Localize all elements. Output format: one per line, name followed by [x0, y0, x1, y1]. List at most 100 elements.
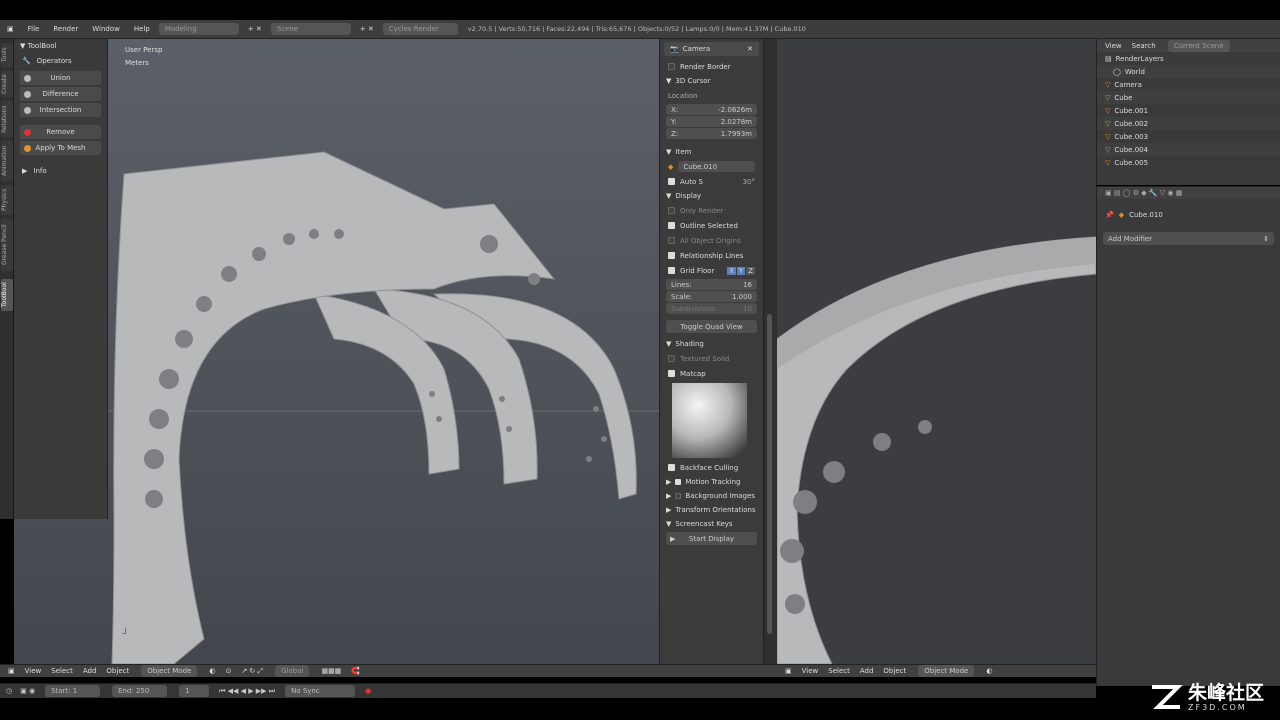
- auto-smooth-angle[interactable]: 30°: [743, 178, 755, 186]
- camera-field[interactable]: 📷 Camera ✕: [664, 42, 759, 56]
- cursor-x-field[interactable]: X: -2.0626m: [666, 104, 757, 115]
- add-scene-icon[interactable]: + ✕: [353, 25, 381, 33]
- tab-relations[interactable]: Relations: [1, 101, 13, 137]
- tab-animation[interactable]: Animation: [1, 141, 13, 181]
- end-frame-field[interactable]: End: 250: [112, 685, 168, 697]
- outliner-item-cube005[interactable]: ▽ Cube.005: [1097, 156, 1280, 169]
- matcap-toggle[interactable]: Matcap: [660, 366, 763, 381]
- shading-section[interactable]: ▼ Shading: [660, 337, 763, 351]
- keying-icons[interactable]: ▣ ◉: [20, 687, 35, 695]
- tab-grease-pencil[interactable]: Grease Pencil: [1, 219, 13, 271]
- tab-tools[interactable]: Tools: [1, 43, 13, 67]
- pivot-icon[interactable]: ⊙: [225, 667, 231, 675]
- display-section[interactable]: ▼ Display: [660, 189, 763, 203]
- view-menu[interactable]: View: [25, 667, 42, 675]
- relationship-lines-toggle[interactable]: Relationship Lines: [660, 248, 763, 263]
- textured-solid-checkbox[interactable]: [668, 355, 675, 362]
- outliner-view-menu[interactable]: View: [1105, 42, 1122, 50]
- axis-z-toggle[interactable]: Z: [746, 266, 755, 275]
- current-frame-field[interactable]: 1: [179, 685, 210, 697]
- difference-button[interactable]: Difference: [20, 87, 101, 101]
- union-button[interactable]: Union: [20, 71, 101, 85]
- item-section[interactable]: ▼ Item: [660, 145, 763, 159]
- blender-menu-icon[interactable]: ▣: [0, 25, 21, 33]
- motion-tracking-checkbox[interactable]: [675, 479, 682, 485]
- view-menu[interactable]: View: [802, 667, 819, 675]
- outliner-item-renderlayers[interactable]: ▤ RenderLayers: [1097, 52, 1280, 65]
- outliner-item-cube001[interactable]: ▽ Cube.001: [1097, 104, 1280, 117]
- outline-selected-checkbox[interactable]: [668, 222, 675, 229]
- outliner-item-world[interactable]: ◯ World: [1097, 65, 1280, 78]
- select-menu[interactable]: Select: [51, 667, 73, 675]
- remove-button[interactable]: Remove: [20, 125, 101, 139]
- mode-selector[interactable]: Object Mode: [141, 665, 198, 677]
- grid-floor-checkbox[interactable]: [668, 267, 675, 274]
- add-menu[interactable]: Add: [860, 667, 874, 675]
- timeline-editor-icon[interactable]: ◷: [6, 687, 12, 695]
- grid-lines-field[interactable]: Lines: 16: [666, 279, 757, 290]
- object-menu[interactable]: Object: [106, 667, 129, 675]
- orientation-selector[interactable]: Global: [275, 665, 310, 677]
- record-icon[interactable]: ●: [365, 687, 371, 695]
- outline-selected-toggle[interactable]: Outline Selected: [660, 218, 763, 233]
- tab-create[interactable]: Create: [1, 71, 13, 97]
- n-panel-scrollbar[interactable]: [764, 39, 777, 664]
- scene-selector[interactable]: Scene: [270, 23, 351, 35]
- grid-subdivisions-field[interactable]: Subdivisions: 10: [666, 303, 757, 314]
- viewport-secondary[interactable]: [777, 39, 1096, 664]
- outliner-item-camera[interactable]: ▽ Camera: [1097, 78, 1280, 91]
- 3d-cursor-section[interactable]: ▼ 3D Cursor: [660, 74, 763, 88]
- screencast-keys-section[interactable]: ▼ Screencast Keys: [660, 517, 763, 531]
- grid-scale-field[interactable]: Scale: 1.000: [666, 291, 757, 302]
- tab-toolbool[interactable]: ToolBool: [1, 279, 13, 311]
- viewport-main[interactable]: User Persp Meters ⅃: [14, 39, 659, 664]
- matcap-checkbox[interactable]: [668, 370, 675, 377]
- outliner-item-cube004[interactable]: ▽ Cube.004: [1097, 143, 1280, 156]
- object-menu[interactable]: Object: [883, 667, 906, 675]
- start-frame-field[interactable]: Start: 1: [45, 685, 101, 697]
- cursor-y-field[interactable]: Y: 2.0278m: [666, 116, 757, 127]
- cursor-z-field[interactable]: Z: 1.7993m: [666, 128, 757, 139]
- editor-type-icon[interactable]: ▣: [785, 667, 792, 675]
- background-images-checkbox[interactable]: [675, 493, 682, 499]
- select-menu[interactable]: Select: [828, 667, 850, 675]
- all-origins-checkbox[interactable]: [668, 237, 675, 244]
- axis-y-toggle[interactable]: Y: [736, 266, 746, 275]
- matcap-preview[interactable]: [672, 383, 747, 458]
- backface-culling-toggle[interactable]: Backface Culling: [660, 460, 763, 475]
- editor-type-icon[interactable]: ▣: [8, 667, 15, 675]
- menu-file[interactable]: File: [21, 25, 47, 33]
- toolbool-header[interactable]: ▼ ToolBool: [14, 39, 107, 53]
- outliner-search-menu[interactable]: Search: [1132, 42, 1156, 50]
- only-render-checkbox[interactable]: [668, 207, 675, 214]
- object-name-field[interactable]: Cube.010: [678, 161, 755, 172]
- snap-icon[interactable]: 🧲: [351, 667, 360, 675]
- info-section[interactable]: ▶ Info: [14, 163, 107, 179]
- auto-smooth-row[interactable]: Auto S 30°: [660, 174, 763, 189]
- render-engine-selector[interactable]: Cycles Render: [382, 23, 458, 35]
- layers-icon[interactable]: ▦▦▦: [321, 667, 341, 675]
- outliner-item-cube002[interactable]: ▽ Cube.002: [1097, 117, 1280, 130]
- properties-context-tabs[interactable]: ▣ ▤ ◯ ⚙ ◆ 🔧 ▽ ◉ ▦: [1097, 186, 1280, 199]
- outliner-display-mode[interactable]: Current Scene: [1167, 39, 1230, 52]
- shading-selector-icon[interactable]: ◐: [986, 667, 992, 675]
- intersection-button[interactable]: Intersection: [20, 103, 101, 117]
- apply-to-mesh-button[interactable]: Apply To Mesh: [20, 141, 101, 155]
- axis-x-toggle[interactable]: X: [727, 266, 736, 275]
- add-menu[interactable]: Add: [83, 667, 97, 675]
- start-display-button[interactable]: ▶ Start Display: [666, 532, 757, 545]
- manipulator-icons[interactable]: ↗ ↻ ⤢: [241, 667, 263, 676]
- only-render-toggle[interactable]: Only Render: [660, 203, 763, 218]
- playback-controls[interactable]: ⏮ ◀◀ ◀ ▶ ▶▶ ⏭: [219, 687, 275, 696]
- toggle-quad-view-button[interactable]: Toggle Quad View: [666, 320, 757, 333]
- menu-help[interactable]: Help: [127, 25, 157, 33]
- backface-culling-checkbox[interactable]: [668, 464, 675, 471]
- background-images-section[interactable]: ▶ Background Images: [660, 489, 763, 503]
- shading-selector-icon[interactable]: ◐: [209, 667, 215, 675]
- add-modifier-dropdown[interactable]: Add Modifier ⇕: [1103, 232, 1274, 245]
- sync-mode-selector[interactable]: No Sync: [285, 685, 356, 697]
- layout-selector[interactable]: Modeling: [158, 23, 239, 35]
- outliner-item-cube003[interactable]: ▽ Cube.003: [1097, 130, 1280, 143]
- textured-solid-toggle[interactable]: Textured Solid: [660, 351, 763, 366]
- outliner-item-cube[interactable]: ▽ Cube: [1097, 91, 1280, 104]
